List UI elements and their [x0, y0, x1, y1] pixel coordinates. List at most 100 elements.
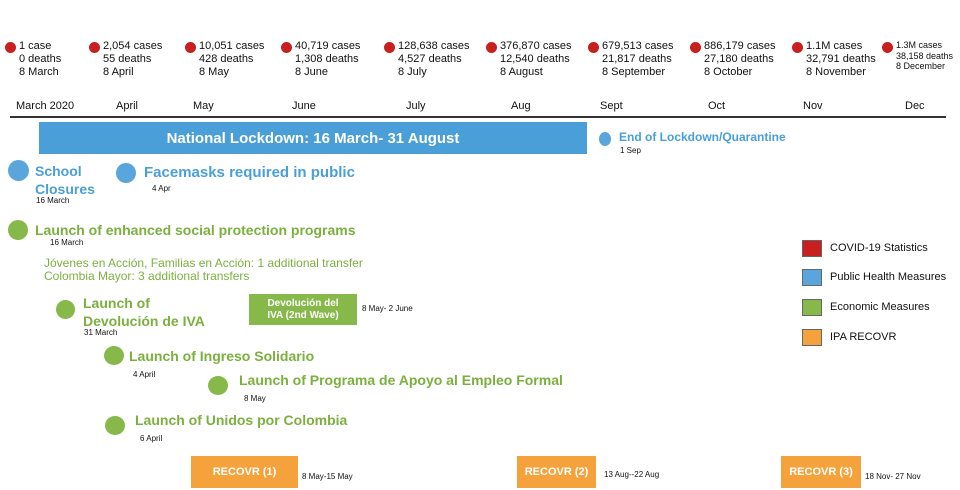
stat-october: 886,179 cases 27,180 deaths 8 October: [704, 40, 776, 79]
stat-deaths: 12,540 deaths: [500, 53, 570, 65]
stat-dot-3: [185, 42, 196, 53]
iva-line-1: Launch of: [83, 295, 150, 311]
empleo-date: 8 May: [244, 394, 266, 403]
stat-deaths: 32,791 deaths: [806, 53, 876, 65]
stat-date: 8 September: [602, 66, 665, 78]
stat-cases: 376,870 cases: [500, 40, 572, 52]
month-label: June: [292, 100, 316, 112]
school-closures-label: School Closures: [35, 162, 95, 198]
legend-label-public-health: Public Health Measures: [830, 271, 947, 283]
facemasks-dot: [116, 163, 136, 183]
month-label: Oct: [708, 100, 726, 112]
stat-may: 10,051 cases 428 deaths 8 May: [199, 40, 264, 79]
social-protection-date: 16 March: [50, 238, 84, 247]
stat-november: 1.1M cases 32,791 deaths 8 November: [806, 40, 876, 79]
stat-dot-10: [882, 42, 893, 53]
stat-april: 2,054 cases 55 deaths 8 April: [103, 40, 162, 79]
recovr-1-box: RECOVR (1): [191, 456, 298, 488]
stat-deaths: 0 deaths: [19, 53, 62, 65]
stat-dot-9: [792, 42, 803, 53]
social-detail-2: Colombia Mayor: 3 additional transfers: [44, 269, 250, 283]
legend-label-recovr: IPA RECOVR: [830, 331, 897, 343]
stat-cases: 1.3M cases: [896, 40, 943, 50]
stat-deaths: 55 deaths: [103, 53, 152, 65]
iva2-date: 8 May- 2 June: [362, 304, 413, 313]
month-label: Aug: [511, 100, 531, 112]
national-lockdown-bar: National Lockdown: 16 March- 31 August: [39, 122, 587, 154]
recovr-3-box: RECOVR (3): [781, 456, 861, 488]
stat-deaths: 1,308 deaths: [295, 53, 359, 65]
stat-deaths: 428 deaths: [199, 53, 254, 65]
recovr-3-date: 18 Nov- 27 Nov: [865, 472, 921, 481]
stat-cases: 679,513 cases: [602, 40, 674, 52]
timeline-axis-line: [10, 116, 946, 118]
iva-label: Launch of Devolución de IVA: [83, 294, 205, 330]
stat-deaths: 38,158 deaths: [896, 50, 954, 61]
iva-dot: [56, 300, 75, 319]
unidos-dot: [105, 416, 125, 435]
recovr-2-box: RECOVR (2): [517, 456, 596, 488]
month-label: Nov: [803, 100, 823, 112]
end-lockdown-label: End of Lockdown/Quarantine: [619, 130, 786, 144]
legend-swatch-public-health: [802, 269, 822, 286]
stat-august: 376,870 cases 12,540 deaths 8 August: [500, 40, 572, 79]
end-lockdown-date: 1 Sep: [620, 146, 641, 155]
stat-december: 1.3M cases 38,158 deaths 8 December: [896, 40, 953, 72]
stat-date: 8 July: [398, 66, 427, 78]
legend-label-covid: COVID-19 Statistics: [830, 242, 928, 254]
stat-cases: 40,719 cases: [295, 40, 361, 52]
stat-cases: 1.1M cases: [806, 40, 863, 52]
empleo-label: Launch of Programa de Apoyo al Empleo Fo…: [239, 372, 563, 388]
month-label: March 2020: [16, 100, 75, 112]
legend-swatch-economic: [802, 299, 822, 316]
ingreso-dot: [104, 346, 124, 365]
stat-date: 8 November: [806, 66, 866, 78]
month-label: May: [193, 100, 214, 112]
end-lockdown-dot: [599, 132, 611, 146]
stat-date: 8 October: [704, 66, 753, 78]
stat-dot-2: [89, 42, 100, 53]
facemasks-date: 4 Apr: [152, 184, 171, 193]
month-label: April: [116, 100, 139, 112]
legend-swatch-covid: [802, 240, 822, 257]
stat-dot-8: [690, 42, 701, 53]
stat-cases: 1 case: [19, 40, 52, 52]
stat-date: 8 June: [295, 66, 329, 78]
stat-date: 8 April: [103, 66, 134, 78]
school-closures-dot: [8, 160, 29, 181]
stat-date: 8 May: [199, 66, 229, 78]
stat-deaths: 21,817 deaths: [602, 53, 672, 65]
recovr-1-date: 8 May-15 May: [302, 472, 353, 481]
stat-cases: 886,179 cases: [704, 40, 776, 52]
stat-date: 8 March: [19, 66, 59, 78]
stat-march: 1 case 0 deaths 8 March: [19, 40, 61, 79]
month-label: Dec: [905, 100, 925, 112]
stat-dot-7: [588, 42, 599, 53]
recovr-2-label: RECOVR (2): [524, 466, 589, 478]
iva-date: 31 March: [84, 328, 118, 337]
legend-label-economic: Economic Measures: [830, 301, 930, 313]
ingreso-label: Launch of Ingreso Solidario: [129, 348, 315, 364]
iva2-line-2: IVA (2nd Wave): [267, 309, 339, 321]
social-protection-label: Launch of enhanced social protection pro…: [35, 222, 356, 238]
stat-dot-4: [281, 42, 292, 53]
legend-swatch-recovr: [802, 329, 822, 346]
month-label: July: [406, 100, 426, 112]
unidos-date: 6 April: [140, 434, 163, 443]
month-label: Sept: [600, 100, 623, 112]
recovr-3-label: RECOVR (3): [789, 466, 853, 478]
social-protection-dot: [8, 220, 28, 240]
facemasks-label: Facemasks required in public: [144, 164, 355, 181]
social-detail-1: Jóvenes en Acción, Familias en Acción: 1…: [44, 256, 363, 270]
stat-dot-1: [5, 42, 16, 53]
stat-date: 8 December: [896, 61, 946, 71]
recovr-1-label: RECOVR (1): [212, 466, 277, 478]
stat-cases: 2,054 cases: [103, 40, 163, 52]
empleo-dot: [208, 376, 228, 395]
stat-dot-6: [486, 42, 497, 53]
stat-july: 128,638 cases 4,527 deaths 8 July: [398, 40, 470, 79]
unidos-label: Launch of Unidos por Colombia: [135, 412, 348, 428]
stat-cases: 128,638 cases: [398, 40, 470, 52]
school-line-1: School: [35, 163, 82, 179]
stat-june: 40,719 cases 1,308 deaths 8 June: [295, 40, 360, 79]
